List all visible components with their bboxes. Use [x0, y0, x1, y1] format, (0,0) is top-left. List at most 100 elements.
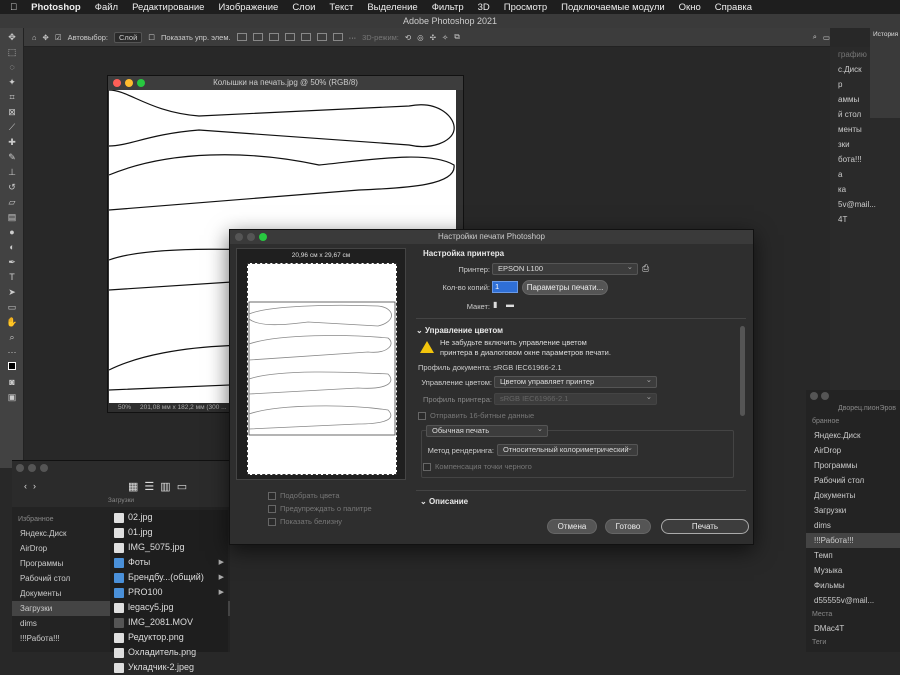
color-management-heading[interactable]: ⌄ Управление цветом [416, 326, 503, 335]
close-icon[interactable] [16, 464, 24, 472]
print-preview[interactable]: 20,96 см x 29,67 см [236, 248, 406, 480]
hand-tool-icon[interactable]: ✋ [5, 316, 19, 328]
sidebar-item[interactable]: dims [806, 518, 900, 533]
minimize-icon[interactable] [247, 233, 255, 241]
menu-file[interactable]: Файл [95, 2, 118, 13]
marquee-tool-icon[interactable]: ⬚ [5, 46, 19, 58]
menu-help[interactable]: Справка [715, 2, 752, 13]
move-tool-icon[interactable]: ✥ [43, 33, 49, 42]
align-bottom-icon[interactable] [316, 33, 327, 41]
sidebar-item[interactable]: !!!Работа!!! [806, 533, 900, 548]
menu-app-name[interactable]: Photoshop [31, 2, 81, 13]
minimize-icon[interactable] [28, 464, 36, 472]
list-item[interactable]: IMG_2081.MOV [110, 615, 228, 630]
stamp-tool-icon[interactable]: ⊥ [5, 166, 19, 178]
eraser-icon[interactable]: ▱ [5, 196, 19, 208]
autoselect-dropdown[interactable]: Слой [114, 31, 143, 43]
3d-scale-icon[interactable]: ⧉ [454, 32, 459, 42]
list-item[interactable]: Редуктор.png [110, 630, 228, 645]
maximize-icon[interactable] [259, 233, 267, 241]
3d-pan-icon[interactable]: ✣ [430, 33, 436, 42]
sidebar-item[interactable]: Рабочий стол [806, 473, 900, 488]
sidebar-item[interactable]: d55555v@mail... [806, 593, 900, 608]
list-item[interactable]: 02.jpg [110, 510, 228, 525]
list-item[interactable]: PRO100 ▶ [110, 585, 228, 600]
minimize-icon[interactable] [125, 79, 133, 87]
autoselect-checkbox[interactable]: ☑ [55, 33, 62, 42]
print-settings-button[interactable]: Параметры печати... [522, 280, 608, 295]
dodge-icon[interactable]: ◐ [5, 241, 19, 253]
send-16bit-checkbox[interactable]: Отправить 16-битные данные [418, 411, 534, 420]
list-item[interactable]: IMG_5075.jpg [110, 540, 228, 555]
color-swatches[interactable] [5, 361, 19, 373]
maximize-icon[interactable] [137, 79, 145, 87]
menu-filter[interactable]: Фильтр [432, 2, 464, 13]
crop-tool-icon[interactable]: ⌗ [5, 91, 19, 103]
show-paper-white-checkbox[interactable]: Показать белизну [268, 517, 342, 526]
sidebar-item[interactable]: Фильмы [806, 578, 900, 593]
align-right-icon[interactable] [268, 33, 279, 41]
view-list-icon[interactable]: ☰ [144, 480, 154, 493]
printer-profile-select[interactable]: sRGB IEC61966-2.1 [494, 392, 657, 405]
move-tool-icon[interactable]: ✥ [5, 31, 19, 43]
home-icon[interactable]: ⌂ [32, 33, 37, 42]
list-item[interactable]: Укладчик-2.jpeg [110, 660, 228, 675]
close-icon[interactable] [810, 392, 818, 400]
frame-tool-icon[interactable]: ⊠ [5, 106, 19, 118]
match-colors-checkbox[interactable]: Подобрать цвета [268, 491, 339, 500]
magic-wand-icon[interactable]: ✦ [5, 76, 19, 88]
3d-roll-icon[interactable]: ◎ [417, 33, 424, 42]
menu-select[interactable]: Выделение [367, 2, 417, 13]
lasso-tool-icon[interactable]: ◌ [5, 61, 19, 73]
workspace-icon[interactable]: ▭ [823, 33, 830, 42]
screen-mode-icon[interactable]: ▣ [5, 391, 19, 403]
view-gallery-icon[interactable]: ▭ [177, 480, 187, 493]
shape-tool-icon[interactable]: ▭ [5, 301, 19, 313]
print-mode-select[interactable]: Обычная печать [426, 424, 548, 437]
view-columns-icon[interactable]: ▥ [160, 480, 170, 493]
printer-select[interactable]: EPSON L100 [492, 262, 638, 275]
menu-plugins[interactable]: Подключаемые модули [561, 2, 665, 13]
menu-layers[interactable]: Слои [292, 2, 315, 13]
settings-scrollbar[interactable] [740, 326, 745, 416]
apple-icon[interactable]:  [10, 2, 17, 13]
history-brush-icon[interactable]: ↺ [5, 181, 19, 193]
sidebar-item[interactable]: DMac4T [806, 621, 900, 636]
gamut-warning-checkbox[interactable]: Предупреждать о палитре [268, 504, 372, 513]
menu-edit[interactable]: Редактирование [132, 2, 204, 13]
list-item[interactable]: legacy5.jpg [110, 600, 228, 615]
sidebar-item[interactable]: AirDrop [806, 443, 900, 458]
3d-orbit-icon[interactable]: ⟲ [405, 33, 411, 42]
done-button[interactable]: Готово [605, 519, 651, 534]
cancel-button[interactable]: Отмена [547, 519, 597, 534]
align-top-icon[interactable] [284, 33, 295, 41]
eyedropper-icon[interactable]: ⟋ [5, 121, 19, 133]
sidebar-item[interactable]: Документы [806, 488, 900, 503]
search-icon[interactable]: ⌕ [813, 32, 817, 42]
menu-3d[interactable]: 3D [478, 2, 490, 13]
sidebar-item[interactable]: Музыка [806, 563, 900, 578]
more-tools-icon[interactable]: ··· [5, 346, 19, 358]
menu-image[interactable]: Изображение [218, 2, 278, 13]
blur-icon[interactable]: ● [5, 226, 19, 238]
description-heading[interactable]: ⌄ Описание [420, 497, 468, 506]
path-select-icon[interactable]: ➤ [5, 286, 19, 298]
print-button[interactable]: Печать [661, 519, 749, 534]
sidebar-item[interactable]: Темп [806, 548, 900, 563]
align-center-icon[interactable] [252, 33, 263, 41]
sidebar-item[interactable]: Программы [806, 458, 900, 473]
sidebar-item[interactable]: Загрузки [806, 503, 900, 518]
list-item[interactable]: Фоты ▶ [110, 555, 228, 570]
rendering-intent-select[interactable]: Относительный колориметрический [497, 443, 638, 456]
view-icons-icon[interactable]: ▦ [128, 480, 138, 493]
brush-tool-icon[interactable]: ✎ [5, 151, 19, 163]
distribute-icon[interactable] [332, 33, 343, 41]
type-tool-icon[interactable]: T [5, 271, 19, 283]
zoom-tool-icon[interactable]: ⌕ [5, 331, 19, 343]
zoom-level[interactable]: 50% [118, 404, 131, 411]
forward-icon[interactable]: › [33, 481, 36, 491]
3d-slide-icon[interactable]: ✧ [442, 33, 448, 42]
gradient-icon[interactable]: ▤ [5, 211, 19, 223]
more-icon[interactable]: ··· [349, 33, 357, 42]
close-icon[interactable] [235, 233, 243, 241]
